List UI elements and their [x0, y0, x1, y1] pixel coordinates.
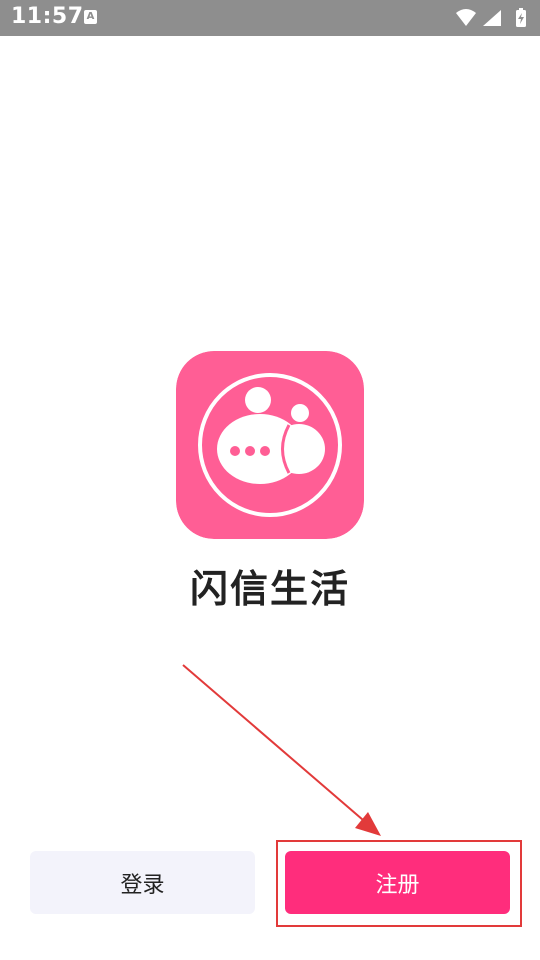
- signal-icon: [483, 10, 501, 26]
- status-bar: 11:57 A: [0, 0, 540, 36]
- login-button[interactable]: 登录: [30, 851, 255, 914]
- register-button[interactable]: 注册: [285, 851, 510, 914]
- login-button-label: 登录: [120, 872, 165, 898]
- register-button-label: 注册: [375, 872, 420, 898]
- welcome-screen: 11:57 A 闪信生活 登录 注册: [0, 0, 540, 960]
- app-name: 闪信生活: [189, 567, 350, 611]
- chat-bubble-logo-icon: [176, 351, 364, 539]
- status-time: 11:57: [11, 4, 84, 29]
- status-icons: [456, 8, 526, 27]
- a-letter-icon: A: [84, 10, 97, 24]
- battery-icon: [516, 8, 526, 27]
- app-logo: [176, 351, 364, 539]
- wifi-icon: [456, 9, 476, 26]
